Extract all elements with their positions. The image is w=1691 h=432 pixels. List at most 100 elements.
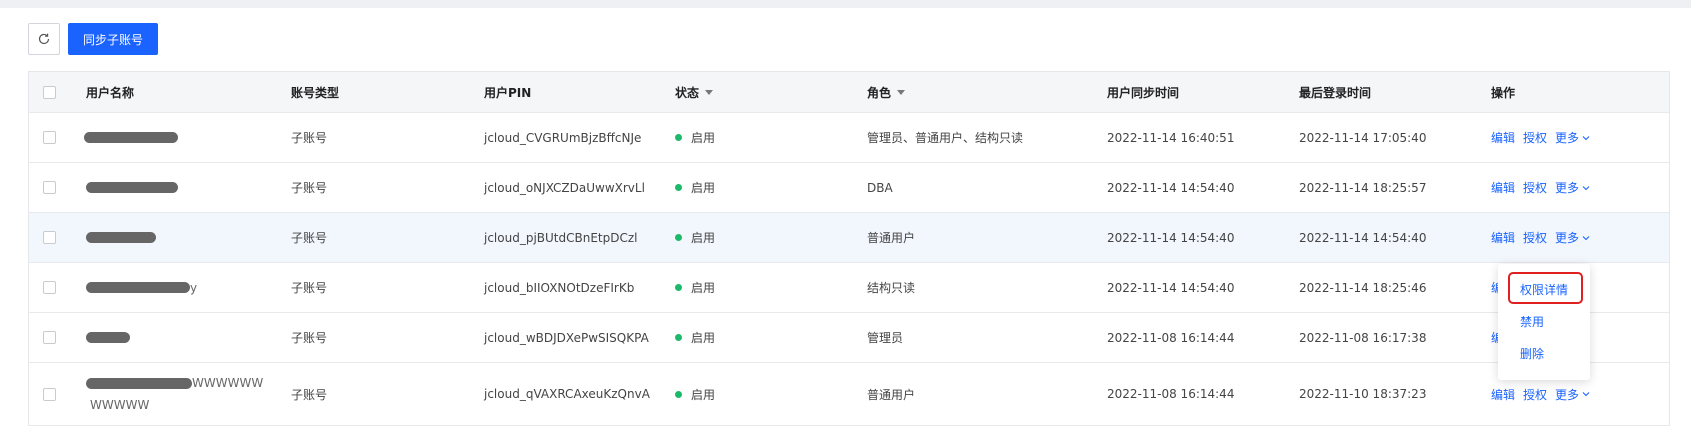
col-role[interactable]: 角色 (867, 72, 906, 112)
role: 管理员 (867, 331, 904, 345)
grant-link[interactable]: 授权 (1523, 179, 1547, 196)
row-checkbox[interactable] (43, 331, 56, 344)
edit-link[interactable]: 编辑 (1491, 179, 1515, 196)
table-row[interactable]: y 子账号 jcloud_bIIOXNOtDzeFIrKb 启用 结构只读 20… (29, 263, 1669, 313)
row-checkbox[interactable] (43, 181, 56, 194)
masked-username (86, 282, 190, 293)
table-row[interactable]: WWWWWW WWWWW 子账号 jcloud_qVAXRCAxeuKzQnvA… (29, 363, 1669, 426)
status-dot-icon (675, 334, 682, 341)
table-row[interactable]: 子账号 jcloud_pjBUtdCBnEtpDCzl 启用 普通用户 2022… (29, 213, 1669, 263)
username-cell (84, 113, 178, 162)
grant-link[interactable]: 授权 (1523, 229, 1547, 246)
status-dot-icon (675, 184, 682, 191)
grant-link[interactable]: 授权 (1523, 129, 1547, 146)
role-filter-icon[interactable] (897, 89, 906, 95)
select-all-checkbox[interactable] (43, 85, 56, 99)
masked-username (86, 232, 156, 243)
col-status[interactable]: 状态 (675, 72, 714, 112)
col-actions: 操作 (1491, 85, 1516, 100)
menu-item-delete[interactable]: 删除 (1520, 345, 1544, 362)
more-dropdown[interactable]: 更多 (1555, 386, 1590, 403)
role: DBA (867, 180, 893, 195)
user-table: 用户名称 账号类型 用户PIN 状态 角色 用户同步时间 最后登录时间 操作 子… (28, 71, 1670, 426)
user-pin: jcloud_bIIOXNOtDzeFIrKb (484, 280, 635, 295)
menu-item-disable[interactable]: 禁用 (1520, 313, 1544, 330)
col-pin: 用户PIN (484, 85, 532, 100)
row-checkbox[interactable] (43, 131, 56, 144)
col-sync-time: 用户同步时间 (1107, 85, 1180, 100)
table-row[interactable]: 子账号 jcloud_CVGRUmBjzBffcNJe 启用 管理员、普通用户、… (29, 113, 1669, 163)
masked-username (86, 182, 178, 193)
sync-time: 2022-11-08 16:14:44 (1107, 387, 1235, 401)
status-dot-icon (675, 134, 682, 141)
edit-link[interactable]: 编辑 (1491, 129, 1515, 146)
status-dot-icon (675, 390, 682, 398)
status-cell: 启用 (675, 213, 715, 262)
status-filter-icon[interactable] (705, 89, 714, 95)
grant-link[interactable]: 授权 (1523, 386, 1547, 403)
account-type: 子账号 (291, 231, 328, 245)
col-last-login: 最后登录时间 (1299, 85, 1372, 100)
status-cell: 启用 (675, 363, 715, 425)
chevron-down-icon (1582, 185, 1590, 190)
user-pin: jcloud_oNJXCZDaUwwXrvLl (484, 180, 645, 195)
role: 结构只读 (867, 281, 916, 295)
account-type: 子账号 (291, 131, 328, 145)
more-actions-menu: 权限详情 禁用 删除 (1498, 264, 1590, 380)
row-checkbox[interactable] (43, 231, 56, 244)
status-cell: 启用 (675, 163, 715, 212)
account-type: 子账号 (291, 181, 328, 195)
more-dropdown[interactable]: 更多 (1555, 129, 1590, 146)
last-login: 2022-11-14 14:54:40 (1299, 230, 1427, 245)
actions-cell: 编辑 授权 更多 (1491, 163, 1590, 212)
username-cell: y (86, 263, 197, 312)
actions-cell: 编辑 授权 更多 (1491, 213, 1590, 262)
sync-time: 2022-11-14 14:54:40 (1107, 230, 1235, 245)
status-dot-icon (675, 284, 682, 291)
status-dot-icon (675, 234, 682, 241)
status-cell: 启用 (675, 113, 715, 162)
edit-link[interactable]: 编辑 (1491, 386, 1515, 403)
more-dropdown[interactable]: 更多 (1555, 229, 1590, 246)
sync-time: 2022-11-14 14:54:40 (1107, 180, 1235, 195)
user-pin: jcloud_qVAXRCAxeuKzQnvA (484, 387, 650, 401)
masked-username (86, 377, 192, 389)
table-row[interactable]: 子账号 jcloud_wBDJDXePwSISQKPA 启用 管理员 2022-… (29, 313, 1669, 363)
last-login: 2022-11-14 18:25:46 (1299, 280, 1427, 295)
row-checkbox[interactable] (43, 387, 56, 401)
status-cell: 启用 (675, 263, 715, 312)
username-cell (86, 163, 178, 212)
chevron-down-icon (1582, 135, 1590, 140)
toolbar: 同步子账号 (28, 23, 159, 55)
username-cell: WWWWWW WWWWW (86, 363, 263, 425)
sync-time: 2022-11-14 14:54:40 (1107, 280, 1235, 295)
account-type: 子账号 (291, 281, 328, 295)
account-type: 子账号 (291, 387, 328, 402)
row-checkbox[interactable] (43, 281, 56, 294)
more-dropdown[interactable]: 更多 (1555, 179, 1590, 196)
sync-time: 2022-11-14 16:40:51 (1107, 130, 1235, 145)
last-login: 2022-11-08 16:17:38 (1299, 330, 1427, 345)
table-header: 用户名称 账号类型 用户PIN 状态 角色 用户同步时间 最后登录时间 操作 (29, 72, 1669, 113)
col-account-type: 账号类型 (291, 85, 340, 100)
sync-time: 2022-11-08 16:14:44 (1107, 330, 1235, 345)
table-row[interactable]: 子账号 jcloud_oNJXCZDaUwwXrvLl 启用 DBA 2022-… (29, 163, 1669, 213)
last-login: 2022-11-14 17:05:40 (1299, 130, 1427, 145)
refresh-icon (38, 33, 50, 45)
refresh-button[interactable] (28, 23, 60, 55)
masked-username (84, 132, 178, 143)
menu-item-permission-detail[interactable]: 权限详情 (1520, 281, 1568, 298)
username-cell (86, 313, 130, 362)
chevron-down-icon (1582, 392, 1590, 397)
edit-link[interactable]: 编辑 (1491, 229, 1515, 246)
last-login: 2022-11-10 18:37:23 (1299, 387, 1427, 401)
sync-subaccount-button[interactable]: 同步子账号 (68, 23, 159, 55)
col-username: 用户名称 (86, 85, 135, 100)
user-pin: jcloud_wBDJDXePwSISQKPA (484, 330, 649, 345)
actions-cell: 编辑 授权 更多 (1491, 113, 1590, 162)
account-type: 子账号 (291, 331, 328, 345)
role: 管理员、普通用户、结构只读 (867, 131, 1024, 145)
chevron-down-icon (1582, 235, 1590, 240)
user-pin: jcloud_CVGRUmBjzBffcNJe (484, 130, 642, 145)
user-pin: jcloud_pjBUtdCBnEtpDCzl (484, 230, 638, 245)
